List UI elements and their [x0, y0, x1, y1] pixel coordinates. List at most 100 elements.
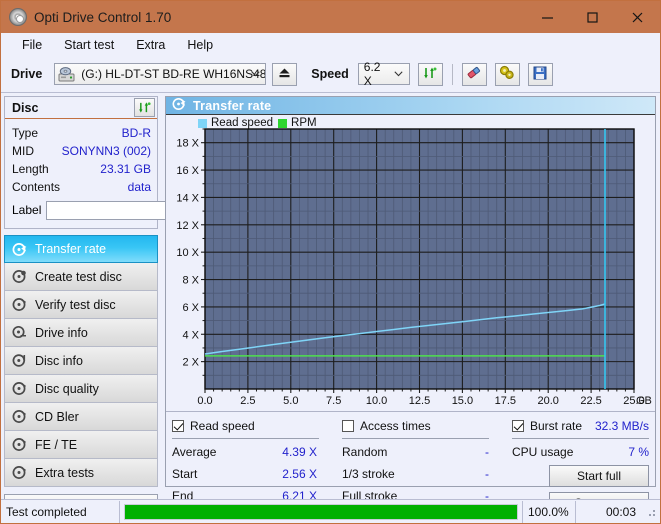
status-bar: Test completed 100.0% 00:03	[1, 499, 660, 523]
chart-legend: Read speed RPM	[198, 117, 317, 129]
stat-row-random: Random -	[342, 441, 512, 463]
disc-row-value: SONYNN3 (002)	[61, 144, 151, 158]
disc-row-contents: Contents data	[12, 178, 151, 196]
disc-panel-header: Disc	[5, 97, 157, 119]
elapsed-time: 00:03	[605, 504, 636, 519]
status-message: Test completed	[6, 504, 87, 519]
maximize-icon[interactable]	[570, 1, 615, 33]
eject-button[interactable]	[272, 62, 298, 86]
sidebar-item-label: Verify test disc	[35, 297, 116, 312]
svg-text:5.0: 5.0	[283, 395, 298, 407]
sidebar-item-create-test-disc[interactable]: Create test disc	[4, 263, 158, 291]
read-speed-checkbox[interactable]	[172, 420, 184, 432]
read-speed-checkbox-label: Read speed	[190, 419, 255, 433]
sidebar-item-verify-test-disc[interactable]: Verify test disc	[4, 291, 158, 319]
menu-item-start-test[interactable]: Start test	[53, 36, 125, 54]
legend-label: RPM	[291, 117, 317, 129]
eject-icon	[278, 67, 291, 82]
disc-panel: Disc Type BD-R MID SONYNN3 (002) Length …	[4, 96, 252, 229]
access-times-checkbox-row[interactable]: Access times	[342, 417, 512, 435]
disc-detail-icon	[12, 353, 27, 368]
burst-rate-checkbox-label: Burst rate	[530, 419, 583, 433]
stat-key: Random	[342, 445, 388, 459]
gears-icon	[499, 65, 515, 83]
chevron-down-icon	[389, 64, 409, 84]
stat-row-start: Start 2.56 X	[172, 463, 342, 485]
svg-text:20.0: 20.0	[537, 395, 558, 407]
drive-icon	[58, 67, 75, 82]
refresh-drive-icon	[423, 66, 438, 83]
svg-text:4 X: 4 X	[182, 329, 199, 341]
stat-key: Average	[172, 445, 217, 459]
sidebar-item-cd-bler[interactable]: CD Bler	[4, 403, 158, 431]
window-controls	[525, 1, 660, 33]
speed-select[interactable]: 6.2 X	[357, 60, 410, 88]
main-content: Disc Type BD-R MID SONYNN3 (002) Length …	[1, 94, 660, 517]
svg-text:18 X: 18 X	[176, 138, 199, 150]
chart-plot-area: Read speed RPM 2 X 4 X 6 X 8 X 10 X 12 X 14 X 1…	[166, 115, 655, 411]
stat-value: -	[485, 445, 489, 459]
menu-bar: File Start test Extra Help	[1, 33, 660, 56]
transfer-rate-panel: Transfer rate Read speed RPM 2 X4 X6 X8	[165, 96, 656, 514]
burst-rate-value: 32.3 MB/s	[594, 419, 649, 433]
disc-panel-title: Disc	[12, 100, 39, 115]
drive-label: Drive	[11, 67, 43, 81]
svg-text:12 X: 12 X	[176, 220, 199, 232]
save-button[interactable]	[527, 62, 553, 86]
svg-text:14 X: 14 X	[176, 192, 199, 204]
svg-text:2 X: 2 X	[182, 357, 199, 369]
svg-text:16 X: 16 X	[176, 165, 199, 177]
menu-item-file[interactable]: File	[11, 36, 53, 54]
refresh-drive-button[interactable]	[417, 62, 443, 86]
stat-row-average: Average 4.39 X	[172, 441, 342, 463]
toolbar-divider	[451, 63, 453, 85]
disc-row-value: BD-R	[121, 126, 151, 140]
menu-item-help[interactable]: Help	[176, 36, 224, 54]
settings-button[interactable]	[494, 62, 520, 86]
eraser-icon	[466, 65, 482, 83]
disc-label-key: Label	[12, 203, 42, 217]
legend-entry-read-speed: Read speed	[198, 117, 273, 129]
disc-refresh-button[interactable]	[134, 98, 155, 117]
svg-text:0.0: 0.0	[197, 395, 212, 407]
window-title: Opti Drive Control 1.70	[34, 9, 172, 25]
stat-key: CPU usage	[512, 445, 574, 459]
save-icon	[533, 66, 547, 83]
divider	[172, 438, 319, 439]
title-bar: Opti Drive Control 1.70	[1, 1, 660, 33]
sidebar-item-label: Disc quality	[35, 381, 99, 396]
sidebar-item-drive-info[interactable]: Drive info	[4, 319, 158, 347]
sidebar-item-label: Extra tests	[35, 465, 95, 480]
start-full-button[interactable]: Start full	[549, 465, 649, 487]
disc-row-length: Length 23.31 GB	[12, 160, 151, 178]
disc-row-key: Type	[12, 126, 39, 140]
sidebar-item-disc-quality[interactable]: Disc quality	[4, 375, 158, 403]
app-icon	[9, 8, 27, 26]
disc-write-icon	[12, 269, 27, 284]
sidebar-item-label: Transfer rate	[35, 242, 107, 256]
read-speed-checkbox-row[interactable]: Read speed	[172, 417, 342, 435]
burst-rate-row: Burst rate 32.3 MB/s	[512, 417, 649, 435]
sidebar-item-label: CD Bler	[35, 409, 79, 424]
sidebar-item-extra-tests[interactable]: Extra tests	[4, 459, 158, 487]
access-times-checkbox-label: Access times	[360, 419, 431, 433]
resize-grip[interactable]	[644, 505, 658, 519]
sidebar-item-transfer-rate[interactable]: Transfer rate	[4, 235, 158, 263]
transfer-rate-chart: 2 X 4 X 6 X 8 X 10 X 12 X 14 X 16 X 18 X 0.0 2.5 5.…	[176, 128, 652, 407]
burst-rate-checkbox[interactable]	[512, 420, 524, 432]
disc-row-mid: MID SONYNN3 (002)	[12, 142, 151, 160]
drive-select[interactable]: (G:) HL-DT-ST BD-RE WH16NS48 1.D3	[54, 63, 267, 85]
minimize-icon[interactable]	[525, 1, 570, 33]
svg-text:17.5: 17.5	[495, 395, 516, 407]
menu-item-extra[interactable]: Extra	[125, 36, 176, 54]
access-times-checkbox[interactable]	[342, 420, 354, 432]
sidebar-item-disc-info[interactable]: Disc info	[4, 347, 158, 375]
erase-button[interactable]	[461, 62, 487, 86]
disc-verify-icon	[12, 297, 27, 312]
svg-text:8 X: 8 X	[182, 275, 199, 287]
close-icon[interactable]	[615, 1, 660, 33]
sidebar-item-label: Drive info	[35, 325, 88, 340]
legend-swatch	[198, 118, 207, 128]
sidebar-item-fe-te[interactable]: FE / TE	[4, 431, 158, 459]
disc-row-type: Type BD-R	[12, 124, 151, 142]
